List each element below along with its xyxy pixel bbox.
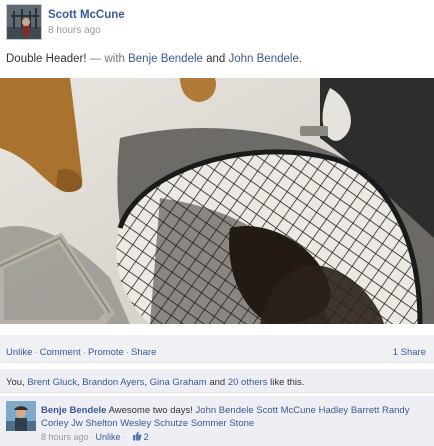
commenter-avatar[interactable]	[6, 401, 36, 431]
unlike-link[interactable]: Unlike	[6, 347, 32, 358]
commenter-name-link[interactable]: Benje Bendele	[41, 405, 106, 416]
and-text: and	[202, 53, 229, 65]
thumbs-up-icon	[132, 431, 142, 445]
comment-text: Awesome two days!	[108, 405, 193, 416]
status-text: Double Header! — with Benje Bendele and …	[6, 53, 302, 65]
with-separator: — with	[86, 53, 129, 65]
liker-link[interactable]: Brent Gluck	[27, 377, 77, 388]
author-avatar[interactable]	[6, 4, 42, 40]
separator: ·	[122, 432, 126, 442]
separator: ·	[90, 432, 94, 442]
comment-like-count[interactable]: 2	[144, 432, 149, 442]
likes-summary: You, Brent Gluck, Brandon Ayers, Gina Gr…	[0, 369, 434, 393]
likes-you: You	[6, 377, 23, 388]
action-links: Unlike · Comment · Promote · Share	[6, 347, 156, 358]
separator: ·	[125, 347, 130, 358]
comment-meta: 8 hours ago · Unlike · 2	[41, 431, 426, 445]
others-link[interactable]: 20 others	[228, 377, 268, 388]
comment-body: Benje Bendele Awesome two days! John Ben…	[41, 405, 426, 445]
post-timestamp[interactable]: 8 hours ago	[48, 25, 101, 36]
period: .	[298, 53, 303, 65]
share-count-link[interactable]: 1 Share	[393, 347, 426, 358]
mention-link[interactable]: Scott McCune	[256, 405, 316, 416]
liker-link[interactable]: Gina Graham	[150, 377, 207, 388]
comment-link[interactable]: Comment	[40, 347, 81, 358]
tagged-user-link[interactable]: Benje Bendele	[128, 53, 203, 65]
comment-item: Benje Bendele Awesome two days! John Ben…	[0, 396, 434, 446]
mention-link[interactable]: Hadley Barrett	[319, 405, 380, 416]
comment-unlike-link[interactable]: Unlike	[96, 432, 121, 442]
promote-link[interactable]: Promote	[88, 347, 124, 358]
post-actions-bar: Unlike · Comment · Promote · Share 1 Share	[0, 335, 434, 363]
likes-suffix: like this.	[267, 377, 305, 388]
tagged-user-link[interactable]: John Bendele	[229, 53, 299, 65]
mention-link[interactable]: Wesley Schutze	[120, 418, 188, 429]
likes-text: You, Brent Gluck, Brandon Ayers, Gina Gr…	[6, 377, 304, 388]
mention-link[interactable]: Sommer Stone	[191, 418, 254, 429]
separator: ·	[34, 347, 38, 358]
post-header: Scott McCune 8 hours ago	[6, 4, 426, 40]
share-link[interactable]: Share	[131, 347, 156, 358]
and-text: and	[206, 377, 228, 388]
separator: ·	[82, 347, 86, 358]
mention-link[interactable]: John Bendele	[196, 405, 254, 416]
liker-link[interactable]: Brandon Ayers	[82, 377, 144, 388]
status-message: Double Header!	[6, 53, 87, 65]
mention-link[interactable]: Jw Shelton	[71, 418, 117, 429]
author-name-link[interactable]: Scott McCune	[48, 9, 125, 21]
comment-timestamp[interactable]: 8 hours ago	[41, 432, 89, 442]
post-photo[interactable]	[0, 78, 434, 324]
